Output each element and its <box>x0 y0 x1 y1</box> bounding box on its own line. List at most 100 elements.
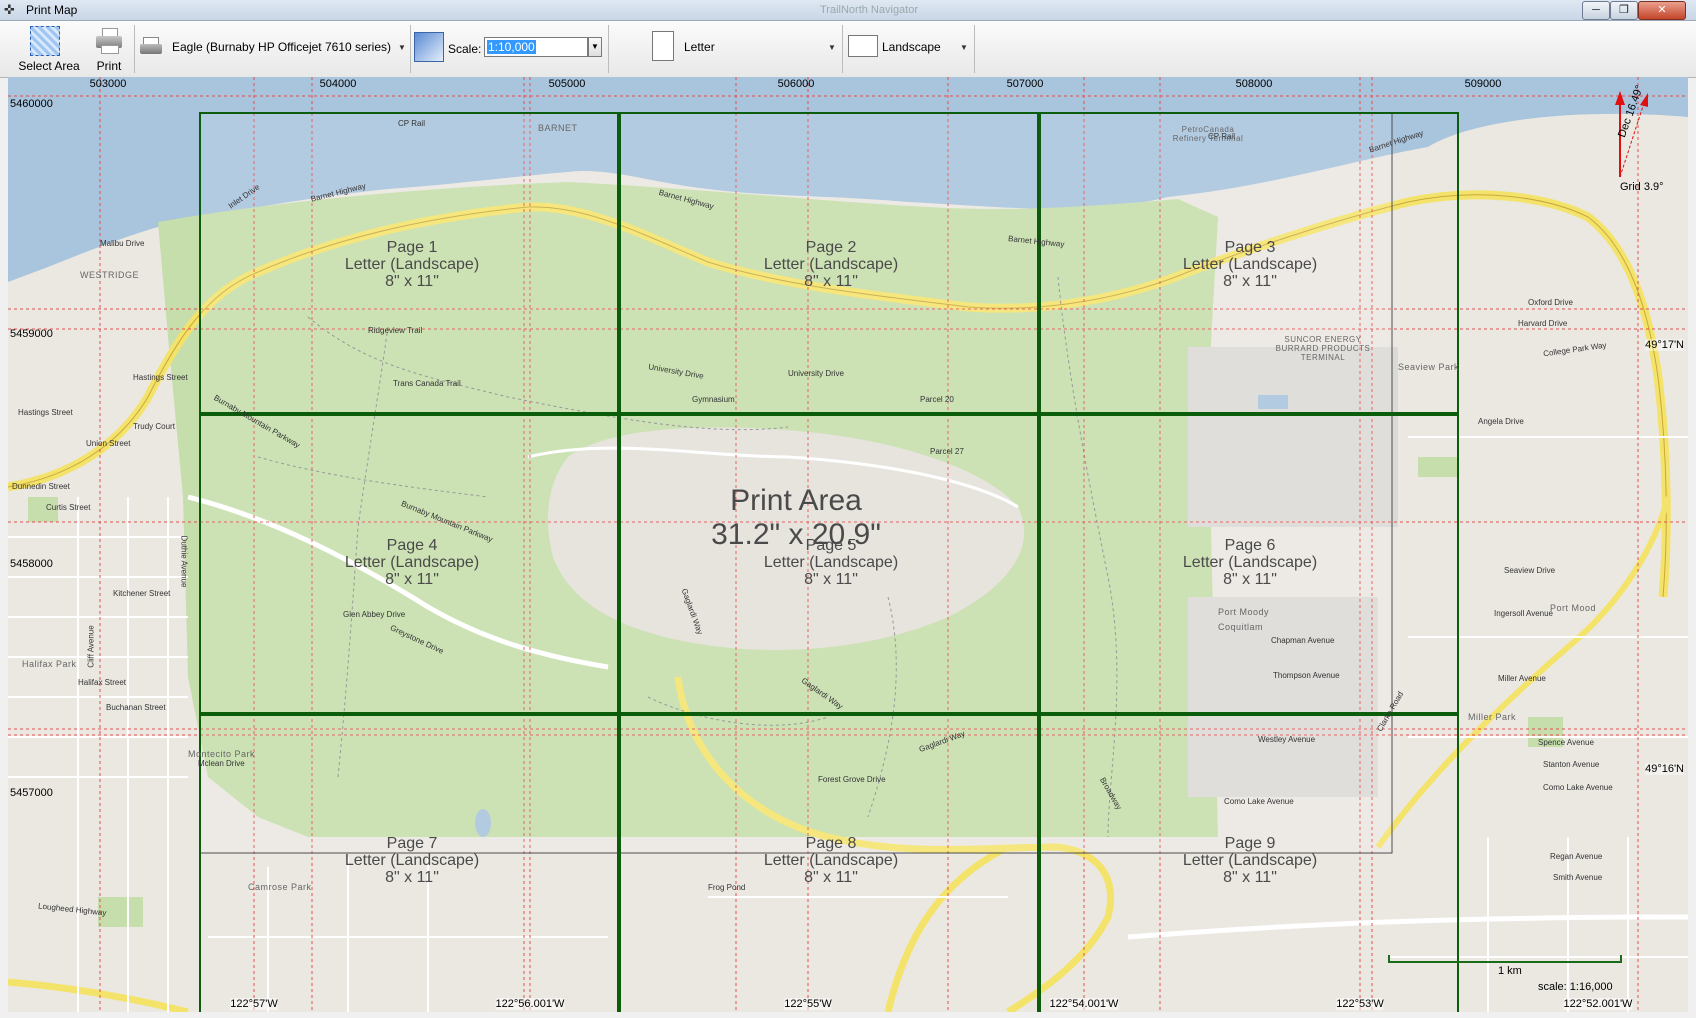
minimize-button[interactable]: ─ <box>1582 1 1610 20</box>
scale-bar <box>1388 961 1622 963</box>
paper-size-select[interactable]: Letter ▼ <box>652 31 838 61</box>
printer-select[interactable]: Eagle (Burnaby HP Officejet 7610 series)… <box>140 35 406 59</box>
select-area-icon <box>30 26 60 56</box>
street-label: Parcel 20 <box>920 395 954 404</box>
street-label: Parcel 27 <box>930 447 964 456</box>
place-label: Halifax Park <box>22 659 77 669</box>
printer-icon <box>140 35 164 59</box>
street-label: Malibu Drive <box>100 239 145 248</box>
scale-bar-tick <box>1388 955 1390 963</box>
place-label: Camrose Park <box>248 882 312 892</box>
chevron-down-icon: ▼ <box>960 43 968 52</box>
northing-label: 5460000 <box>10 98 53 110</box>
street-label: Como Lake Avenue <box>1224 797 1294 806</box>
street-label: Ridgeview Trail <box>368 326 423 335</box>
longitude-label: 122°57'W <box>230 998 278 1010</box>
place-label: PetroCanada Refinery Terminal <box>1172 125 1244 143</box>
grid-convergence-label: Grid 3.9° <box>1620 181 1664 193</box>
latitude-label: 49°17'N <box>1645 339 1684 351</box>
page-6-label: Page 6 Letter (Landscape) 8" x 11" <box>1182 537 1318 588</box>
page-7-label: Page 7 Letter (Landscape) 8" x 11" <box>344 835 480 886</box>
street-label: Smith Avenue <box>1553 873 1603 882</box>
street-label: Angela Drive <box>1478 417 1524 426</box>
scale-bar-label: 1 km <box>1498 965 1522 977</box>
street-label: Frog Pond <box>708 883 746 892</box>
longitude-label: 122°55'W <box>784 998 832 1010</box>
select-area-label: Select Area <box>18 59 80 73</box>
select-area-button[interactable]: Select Area <box>18 24 80 74</box>
place-label: Coquitlam <box>1218 622 1264 632</box>
easting-label: 504000 <box>319 78 357 90</box>
page-8-label: Page 8 Letter (Landscape) 8" x 11" <box>763 835 899 886</box>
street-label: Mclean Drive <box>198 759 245 768</box>
orientation-value: Landscape <box>882 40 941 54</box>
street-label: Harvard Drive <box>1518 319 1568 328</box>
landscape-icon <box>848 35 878 57</box>
print-area-label: Print Area 31.2" x 20.9" <box>711 484 881 551</box>
street-label: Glen Abbey Drive <box>343 610 406 619</box>
street-label: CP Rail <box>398 119 425 128</box>
page-2-label: Page 2 Letter (Landscape) 8" x 11" <box>763 239 899 290</box>
place-label: Seaview Park <box>1398 362 1460 372</box>
easting-label: 507000 <box>1006 78 1044 90</box>
scale-value: 1:10,000 <box>487 40 536 54</box>
maximize-button[interactable]: ❐ <box>1610 1 1638 20</box>
northing-label: 5459000 <box>10 328 53 340</box>
page-4-label: Page 4 Letter (Landscape) 8" x 11" <box>344 537 480 588</box>
scale-dropdown-button[interactable]: ▼ <box>588 37 602 57</box>
title-bar: ✜ Print Map TrailNorth Navigator ─ ❐ ✕ <box>0 0 1696 21</box>
page-3-label: Page 3 Letter (Landscape) 8" x 11" <box>1182 239 1318 290</box>
street-label: University Drive <box>788 369 845 378</box>
street-label: Trans Canada Trail <box>393 379 461 388</box>
street-label: Curtis Street <box>46 503 91 512</box>
orientation-select[interactable]: Landscape ▼ <box>848 35 970 59</box>
close-button[interactable]: ✕ <box>1638 1 1686 20</box>
easting-label: 508000 <box>1235 78 1273 90</box>
page-1-label: Page 1 Letter (Landscape) 8" x 11" <box>344 239 480 290</box>
printer-icon <box>96 28 122 54</box>
northing-label: 5457000 <box>10 787 53 799</box>
easting-label: 505000 <box>548 78 586 90</box>
street-label: Ingersoll Avenue <box>1494 609 1554 618</box>
map-canvas[interactable]: 503000 504000 505000 506000 507000 50800… <box>8 77 1688 1012</box>
street-label: Trudy Court <box>133 422 175 431</box>
street-label: Hastings Street <box>133 373 188 382</box>
place-label: Montecito Park <box>188 749 256 759</box>
street-label: Kitchener Street <box>113 589 171 598</box>
place-label: BARNET <box>538 123 578 133</box>
place-label: Miller Park <box>1468 712 1517 722</box>
window-title: Print Map <box>26 3 78 17</box>
street-label: Regan Avenue <box>1550 852 1603 861</box>
paper-icon <box>652 31 674 61</box>
street-label: Como Lake Avenue <box>1543 783 1613 792</box>
print-button[interactable]: Print <box>88 24 130 74</box>
place-label: WESTRIDGE <box>80 270 140 280</box>
street-label: Cliff Avenue <box>86 625 96 668</box>
street-label: Buchanan Street <box>106 703 166 712</box>
page-9-label: Page 9 Letter (Landscape) 8" x 11" <box>1182 835 1318 886</box>
street-label: Miller Avenue <box>1498 674 1546 683</box>
place-label: Port Mood <box>1550 603 1597 613</box>
latitude-label: 49°16'N <box>1645 763 1684 775</box>
place-label: SUNCOR ENERGY BURRARD PRODUCTS TERMINAL <box>1275 335 1371 362</box>
scale-bar-tick <box>1620 955 1622 963</box>
easting-label: 503000 <box>89 78 127 90</box>
place-label: Port Moody <box>1218 607 1270 617</box>
street-label: Chapman Avenue <box>1271 636 1335 645</box>
street-label: Oxford Drive <box>1528 298 1573 307</box>
street-label: Hastings Street <box>18 408 73 417</box>
background-window-title: TrailNorth Navigator <box>820 4 919 16</box>
scale-text: scale: 1:16,000 <box>1538 981 1613 993</box>
longitude-label: 122°53'W <box>1336 998 1384 1010</box>
chevron-down-icon: ▼ <box>398 43 406 52</box>
chevron-down-icon: ▼ <box>828 43 836 52</box>
scale-icon <box>414 32 444 62</box>
paper-size-value: Letter <box>684 40 715 54</box>
street-label: Duthie Avenue <box>179 535 189 588</box>
street-label: Seaview Drive <box>1504 566 1556 575</box>
street-label: Thompson Avenue <box>1273 671 1340 680</box>
app-icon: ✜ <box>4 2 15 17</box>
easting-label: 509000 <box>1464 78 1502 90</box>
street-label: Westley Avenue <box>1258 735 1316 744</box>
northing-label: 5458000 <box>10 558 53 570</box>
